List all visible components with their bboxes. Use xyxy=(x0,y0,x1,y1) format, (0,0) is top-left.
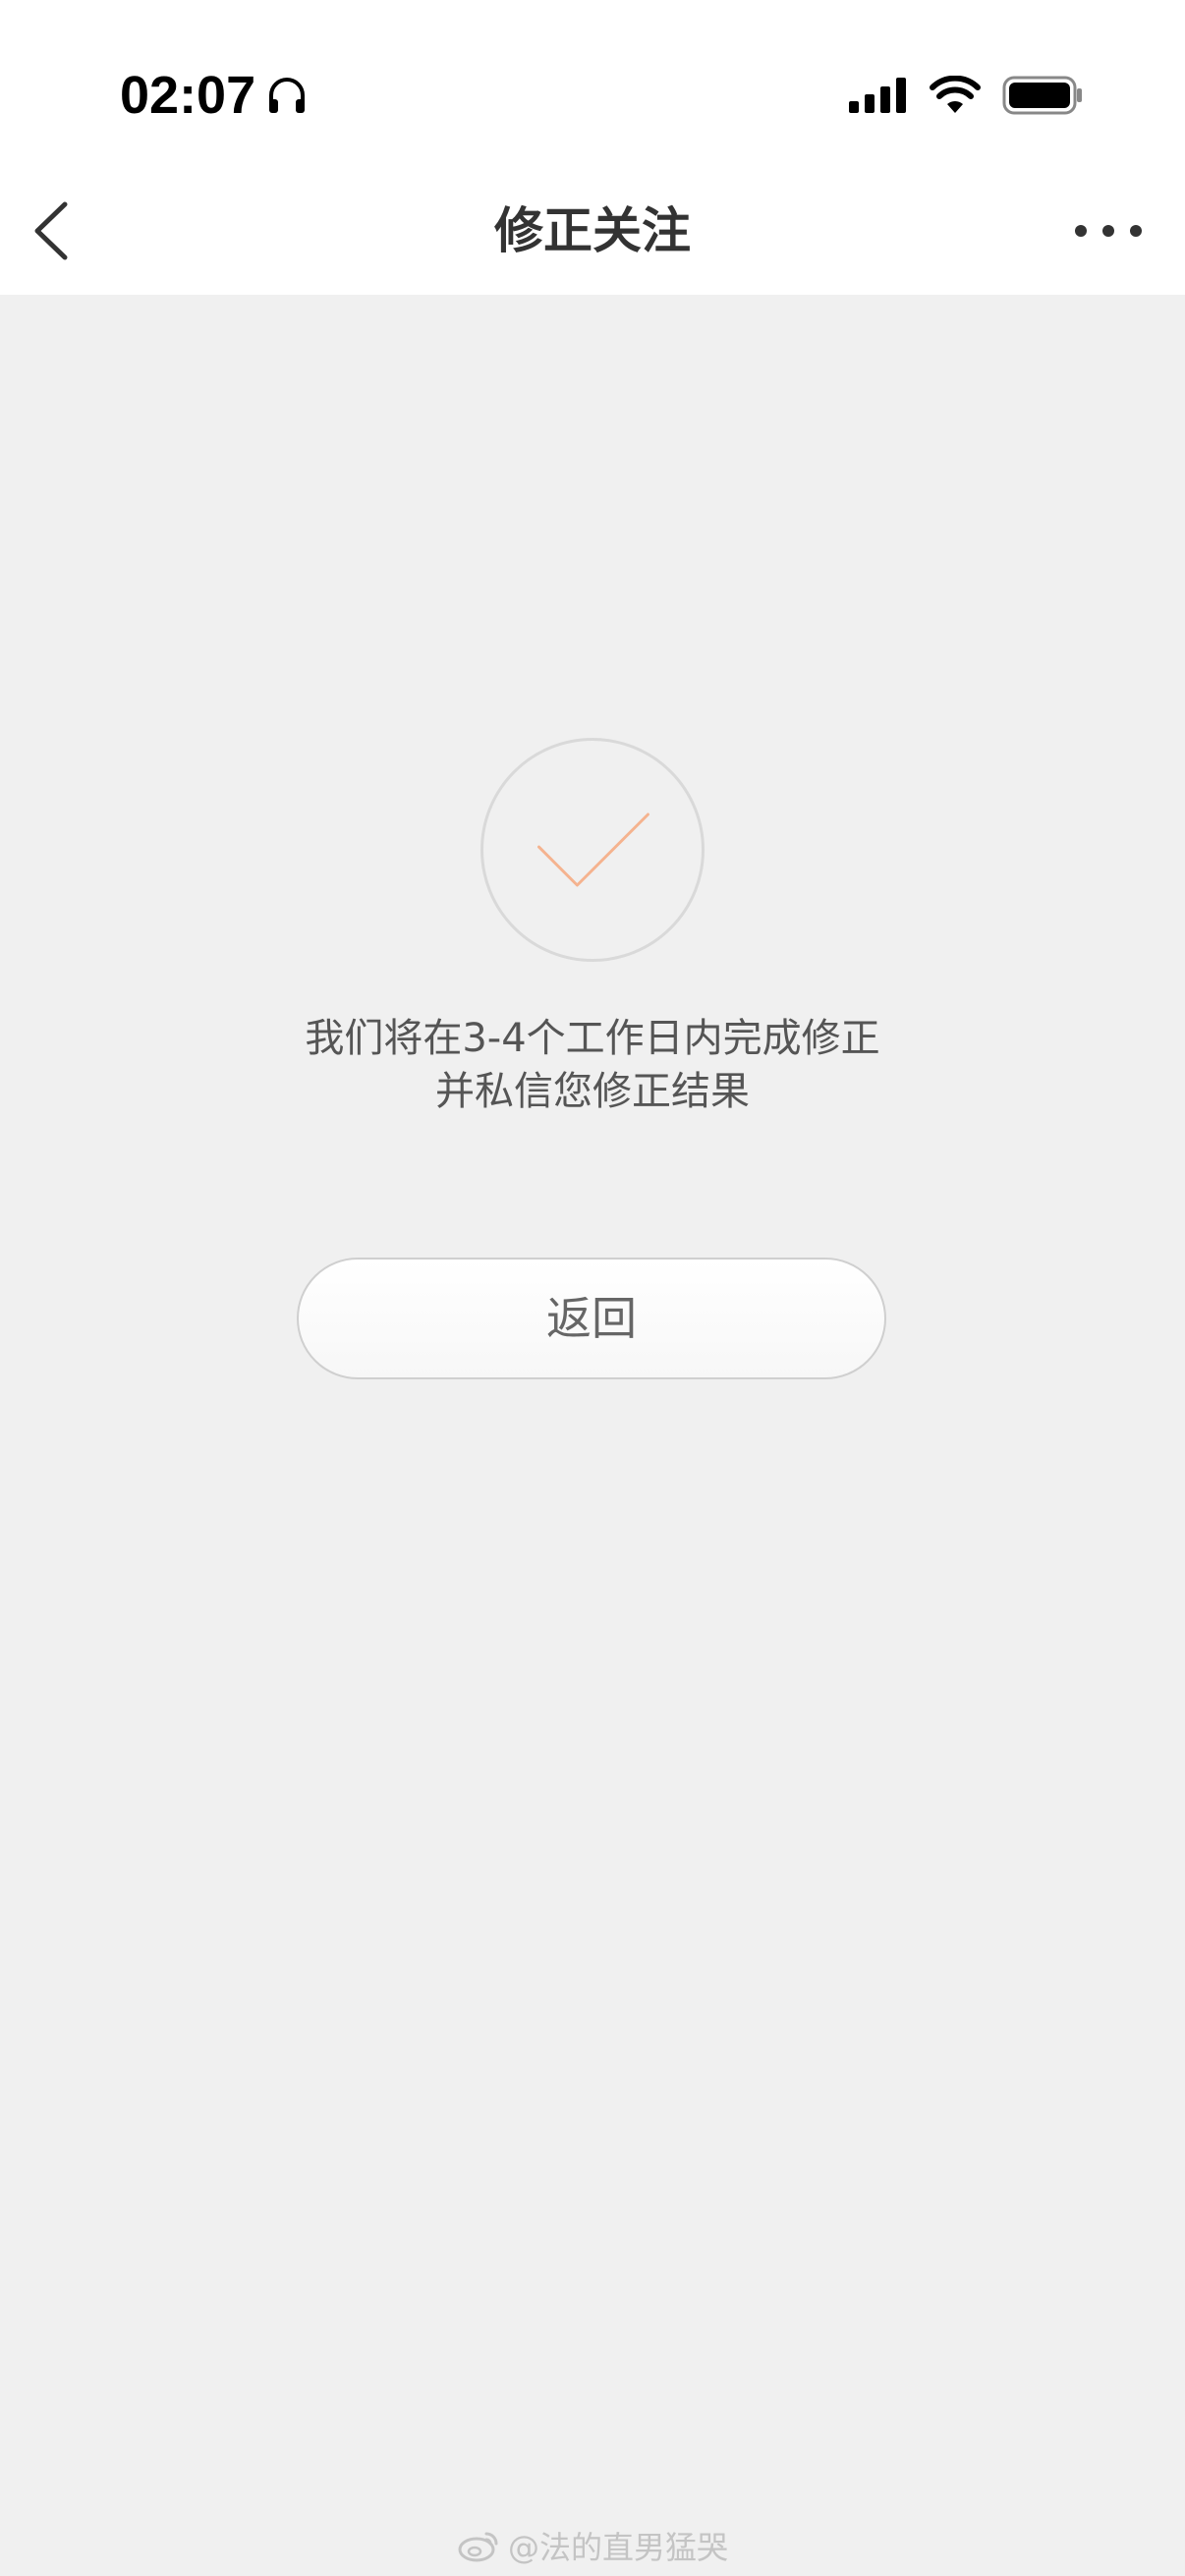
success-circle xyxy=(480,738,705,962)
result-message: 我们将在3-4个工作日内完成修正 并私信您修正结果 xyxy=(197,1012,988,1118)
status-time-group: 02:07 xyxy=(120,61,309,130)
battery-icon xyxy=(1002,76,1082,115)
headphones-icon xyxy=(269,78,306,113)
status-icons xyxy=(849,71,1083,120)
page-title: 修正关注 xyxy=(494,202,691,259)
watermark-text: @法的直男猛哭 xyxy=(507,2529,728,2566)
weibo-icon xyxy=(458,2532,498,2562)
status-bar: 02:07 xyxy=(0,0,1185,167)
nav-bar: 修正关注 xyxy=(0,167,1185,295)
watermark: @法的直男猛哭 xyxy=(0,2523,1185,2568)
result-message-line2: 并私信您修正结果 xyxy=(435,1069,750,1114)
signal-icon xyxy=(849,78,906,113)
wifi-icon xyxy=(930,76,981,113)
checkmark-icon xyxy=(537,812,649,887)
more-dots-icon[interactable] xyxy=(1071,214,1146,248)
return-button[interactable]: 返回 xyxy=(297,1258,886,1379)
result-message-line1: 我们将在3-4个工作日内完成修正 xyxy=(305,1016,880,1061)
status-time: 02:07 xyxy=(120,66,256,125)
